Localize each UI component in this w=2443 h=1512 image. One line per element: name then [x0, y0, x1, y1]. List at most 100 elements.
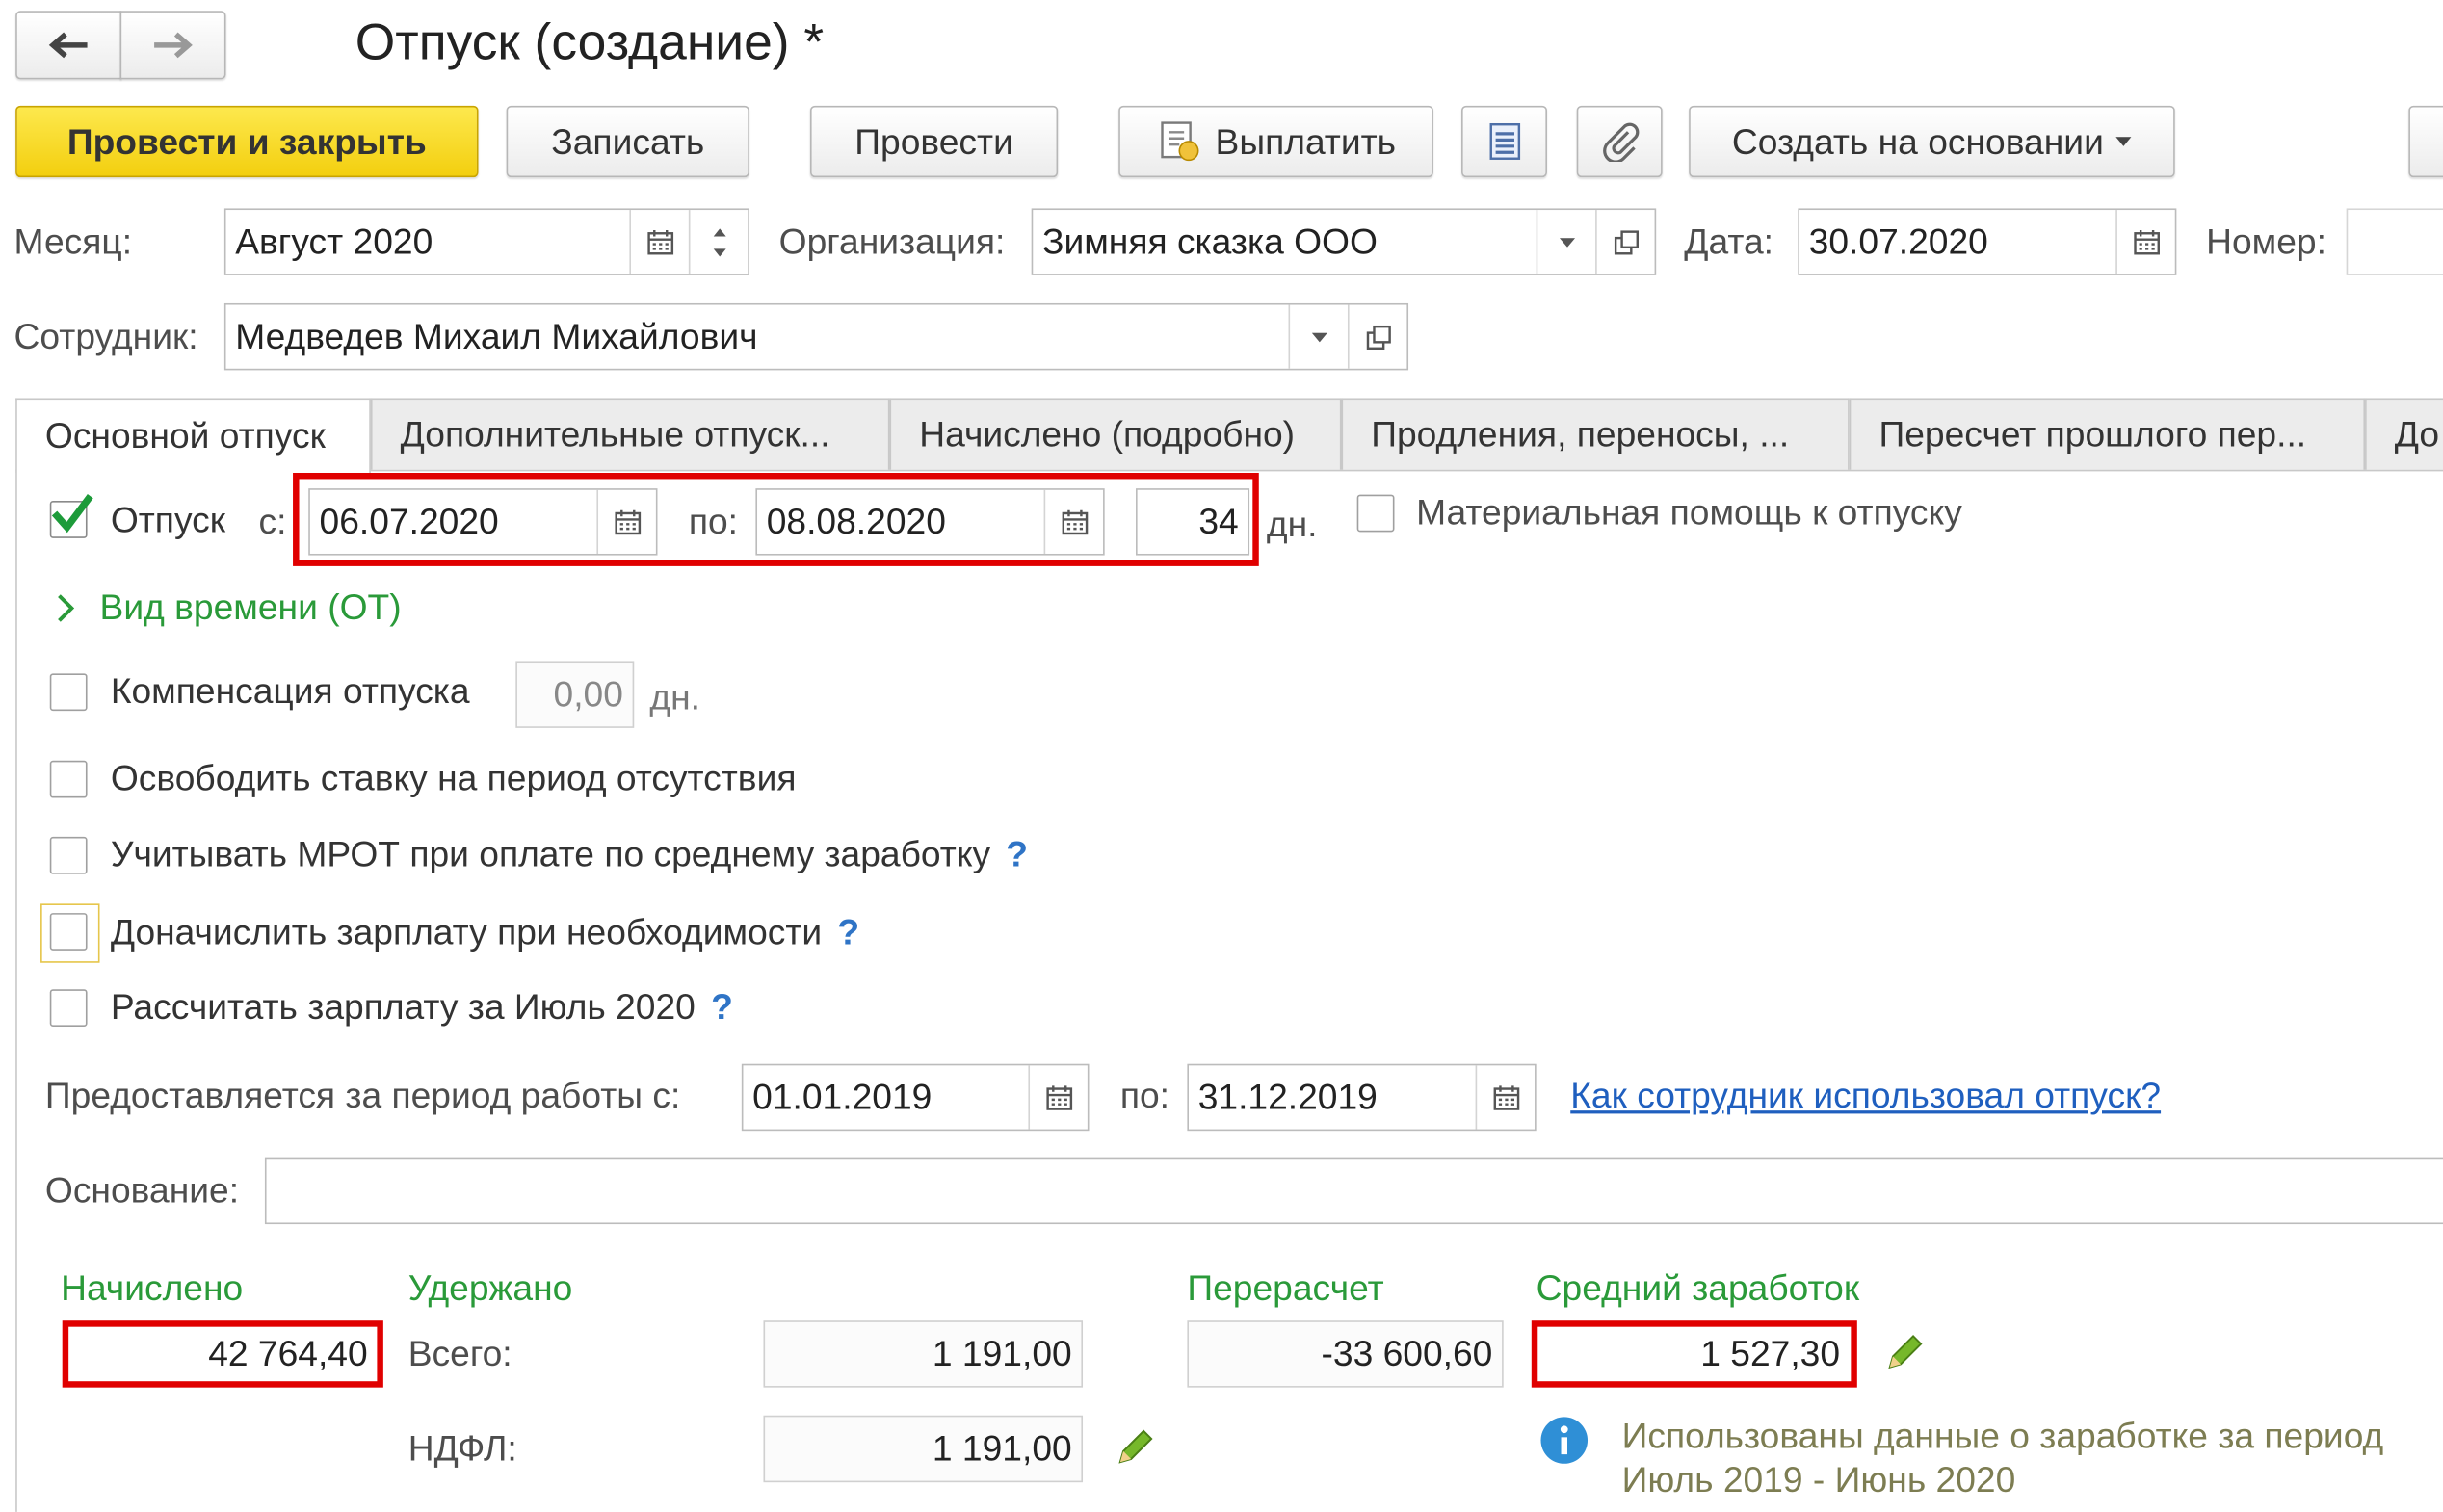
pencil-icon	[1888, 1335, 1923, 1369]
chevron-down-icon	[1310, 331, 1327, 342]
calc-salary-help-icon[interactable]: ?	[711, 986, 733, 1027]
accrued-value: 42 764,40	[208, 1332, 368, 1373]
work-period-to-value: 31.12.2019	[1197, 1076, 1378, 1117]
work-period-to-field[interactable]: 31.12.2019	[1187, 1063, 1537, 1132]
info-line-1: Использованы данные о заработке за перио…	[1621, 1415, 2384, 1456]
organization-dropdown-button[interactable]	[1536, 210, 1595, 274]
employee-field[interactable]: Медведев Михаил Михайлович	[223, 302, 1409, 371]
post-and-close-button[interactable]: Провести и закрыть	[15, 105, 479, 178]
tab-recalculation[interactable]: Пересчет прошлого пер...	[1849, 398, 2366, 470]
free-rate-checkbox[interactable]	[49, 760, 88, 798]
accrued-label: Начислено	[61, 1267, 244, 1309]
vacation-from-calendar-button[interactable]	[596, 489, 655, 554]
material-aid-label: Материальная помощь к отпуску	[1416, 491, 1962, 533]
compensation-label: Компенсация отпуска	[110, 670, 470, 712]
vacation-from-field[interactable]: 06.07.2020	[308, 488, 658, 556]
vacation-days-unit: дн.	[1266, 504, 1318, 545]
date-field[interactable]: 30.07.2020	[1798, 208, 2177, 275]
back-button[interactable]	[15, 11, 122, 80]
calendar-icon	[1492, 1084, 1519, 1109]
list-button[interactable]	[1461, 105, 1547, 178]
vacation-from-label: с:	[258, 501, 287, 542]
avg-earnings-label: Средний заработок	[1536, 1267, 1860, 1309]
more-button[interactable]	[2408, 105, 2443, 178]
vacation-days-field[interactable]: 34	[1136, 488, 1250, 556]
tab-main-vacation[interactable]: Основной отпуск	[15, 398, 371, 473]
work-period-from-field[interactable]: 01.01.2019	[741, 1063, 1090, 1132]
avg-earnings-edit-button[interactable]	[1885, 1332, 1926, 1380]
vacation-to-field[interactable]: 08.08.2020	[755, 488, 1105, 556]
calc-salary-text: Рассчитать зарплату за Июль 2020	[110, 985, 696, 1027]
ndfl-label: НДФЛ:	[407, 1427, 517, 1469]
work-period-to-label: по:	[1119, 1075, 1170, 1116]
create-based-on-button[interactable]: Создать на основании	[1689, 105, 2175, 178]
employee-label: Сотрудник:	[13, 315, 198, 356]
date-label: Дата:	[1684, 221, 1774, 262]
basis-field[interactable]	[264, 1157, 2443, 1225]
chevron-down-icon	[1559, 237, 1575, 247]
ndfl-value: 1 191,00	[932, 1427, 1072, 1469]
info-text: Использованы данные о заработке за перио…	[1622, 1414, 2384, 1500]
open-icon	[1614, 229, 1639, 254]
organization-label: Организация:	[778, 221, 1006, 262]
ndfl-edit-button[interactable]	[1116, 1426, 1156, 1474]
create-based-on-label: Создать на основании	[1731, 120, 2104, 162]
employee-open-button[interactable]	[1347, 304, 1406, 369]
compensation-checkbox[interactable]	[49, 673, 88, 712]
recalc-field: -33 600,60	[1187, 1320, 1504, 1388]
compensation-days-field[interactable]: 0,00	[515, 661, 635, 728]
pencil-icon	[1118, 1429, 1153, 1464]
pay-button-label: Выплатить	[1215, 120, 1397, 162]
paperclip-icon	[1602, 122, 1639, 162]
tab-extensions[interactable]: Продления, переносы, ...	[1341, 398, 1850, 470]
vacation-checkbox[interactable]	[49, 494, 93, 538]
forward-arrow-icon	[154, 32, 193, 59]
date-calendar-button[interactable]	[2115, 210, 2174, 274]
save-button[interactable]: Записать	[506, 105, 749, 178]
post-button[interactable]: Провести	[809, 105, 1059, 178]
compensation-days-value: 0,00	[553, 673, 623, 715]
mrot-checkbox[interactable]	[49, 836, 88, 874]
forward-button[interactable]	[119, 11, 226, 80]
calc-salary-label: Рассчитать зарплату за Июль 2020?	[111, 986, 733, 1029]
vacation-to-value: 08.08.2020	[766, 501, 946, 542]
tab-more[interactable]: До	[2365, 398, 2443, 470]
number-field[interactable]	[2346, 208, 2443, 275]
date-value: 30.07.2020	[1808, 221, 1988, 262]
total-value: 1 191,00	[932, 1333, 1072, 1374]
material-aid-checkbox[interactable]	[1356, 494, 1395, 533]
time-type-label: Вид времени (ОТ)	[99, 586, 402, 627]
page-title: Отпуск (создание) *	[355, 12, 825, 70]
month-field[interactable]: Август 2020	[223, 208, 749, 275]
work-period-from-calendar-button[interactable]	[1028, 1065, 1087, 1130]
calendar-icon	[1045, 1084, 1072, 1109]
organization-field[interactable]: Зимняя сказка ООО	[1031, 208, 1657, 275]
accrue-salary-checkbox[interactable]	[49, 913, 88, 951]
free-rate-label: Освободить ставку на период отсутствия	[110, 757, 797, 798]
month-spin-button[interactable]	[688, 210, 748, 274]
vacation-days-value: 34	[1198, 501, 1239, 542]
vacation-usage-link[interactable]: Как сотрудник использовал отпуск?	[1570, 1075, 2161, 1117]
time-type-toggle[interactable]: Вид времени (ОТ)	[56, 586, 402, 629]
organization-open-button[interactable]	[1595, 210, 1654, 274]
employee-value: Медведев Михаил Михайлович	[235, 315, 758, 356]
calc-salary-checkbox[interactable]	[49, 989, 88, 1027]
work-period-to-calendar-button[interactable]	[1475, 1065, 1535, 1130]
vacation-label: Отпуск	[110, 499, 226, 540]
month-calendar-button[interactable]	[629, 210, 688, 274]
attach-button[interactable]	[1576, 105, 1663, 178]
pay-button[interactable]: Выплатить	[1118, 105, 1433, 178]
mrot-help-icon[interactable]: ?	[1006, 834, 1028, 874]
tab-accrued-details[interactable]: Начислено (подробно)	[889, 398, 1342, 470]
ndfl-field: 1 191,00	[763, 1415, 1084, 1483]
organization-value: Зимняя сказка ООО	[1041, 221, 1378, 262]
vacation-to-calendar-button[interactable]	[1043, 489, 1103, 554]
employee-dropdown-button[interactable]	[1288, 304, 1348, 369]
checkmark-icon	[51, 494, 93, 534]
month-value: Август 2020	[235, 221, 433, 262]
vacation-from-value: 06.07.2020	[319, 501, 499, 542]
calendar-icon	[646, 229, 673, 254]
pay-icon	[1161, 121, 1199, 162]
accrue-salary-help-icon[interactable]: ?	[837, 911, 859, 952]
tab-additional-vacations[interactable]: Дополнительные отпуск...	[370, 398, 890, 470]
